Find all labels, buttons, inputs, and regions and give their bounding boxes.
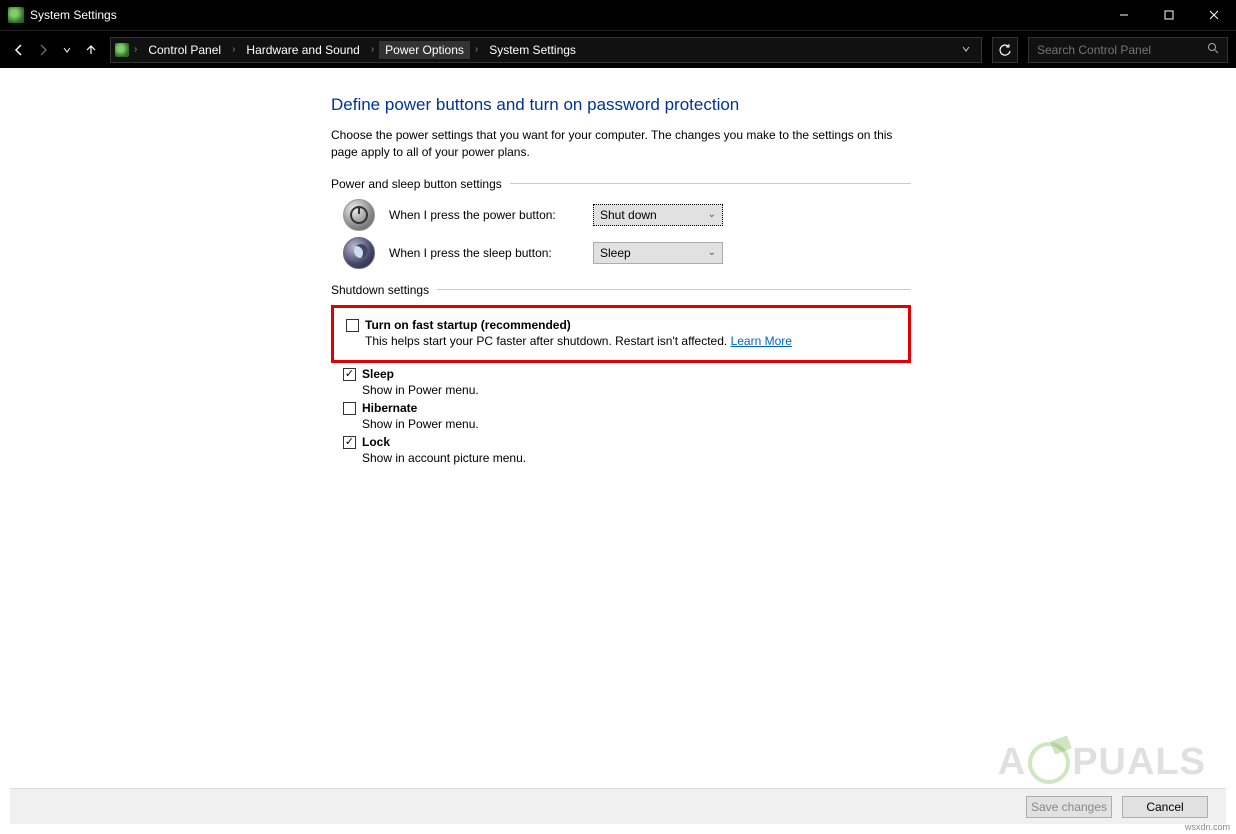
chevron-down-icon: ⌄ bbox=[708, 247, 716, 258]
chevron-down-icon: ⌄ bbox=[708, 209, 716, 220]
toolbar: › Control Panel › Hardware and Sound › P… bbox=[0, 30, 1236, 68]
titlebar: System Settings bbox=[0, 0, 1236, 30]
power-button-dropdown[interactable]: Shut down ⌄ bbox=[593, 204, 723, 226]
lock-checkbox[interactable] bbox=[343, 436, 356, 449]
lock-label: Lock bbox=[362, 435, 390, 449]
page-description: Choose the power settings that you want … bbox=[331, 127, 911, 161]
chevron-right-icon[interactable]: › bbox=[231, 44, 236, 55]
sleep-button-label: When I press the sleep button: bbox=[389, 246, 579, 260]
up-button[interactable] bbox=[80, 39, 102, 61]
sleep-label: Sleep bbox=[362, 367, 394, 381]
attribution: wsxdn.com bbox=[1185, 822, 1230, 832]
fast-startup-checkbox[interactable] bbox=[346, 319, 359, 332]
hibernate-checkbox[interactable] bbox=[343, 402, 356, 415]
sleep-icon bbox=[343, 237, 375, 269]
save-changes-button[interactable]: Save changes bbox=[1026, 796, 1112, 818]
watermark-logo-icon bbox=[1028, 742, 1070, 784]
power-sleep-section-header: Power and sleep button settings bbox=[331, 177, 911, 191]
content-area: Define power buttons and turn on passwor… bbox=[10, 68, 1226, 802]
cancel-button[interactable]: Cancel bbox=[1122, 796, 1208, 818]
refresh-button[interactable] bbox=[992, 37, 1018, 63]
address-bar[interactable]: › Control Panel › Hardware and Sound › P… bbox=[110, 37, 982, 63]
chevron-right-icon[interactable]: › bbox=[133, 44, 138, 55]
search-input[interactable] bbox=[1037, 43, 1207, 57]
shutdown-section-header: Shutdown settings bbox=[331, 283, 911, 297]
lock-description: Show in account picture menu. bbox=[362, 451, 911, 465]
location-icon bbox=[115, 43, 129, 57]
sleep-description: Show in Power menu. bbox=[362, 383, 911, 397]
sleep-button-dropdown[interactable]: Sleep ⌄ bbox=[593, 242, 723, 264]
power-icon bbox=[343, 199, 375, 231]
window-title: System Settings bbox=[30, 8, 117, 22]
search-box[interactable] bbox=[1028, 37, 1228, 63]
app-icon bbox=[8, 7, 24, 23]
fast-startup-description: This helps start your PC faster after sh… bbox=[365, 334, 896, 348]
chevron-right-icon[interactable]: › bbox=[370, 44, 375, 55]
back-button[interactable] bbox=[8, 39, 30, 61]
sleep-button-row: When I press the sleep button: Sleep ⌄ bbox=[343, 237, 911, 269]
power-button-label: When I press the power button: bbox=[389, 208, 579, 222]
sleep-checkbox[interactable] bbox=[343, 368, 356, 381]
fast-startup-highlight: Turn on fast startup (recommended) This … bbox=[331, 305, 911, 363]
breadcrumb-hardware-and-sound[interactable]: Hardware and Sound bbox=[240, 41, 365, 59]
breadcrumb-system-settings[interactable]: System Settings bbox=[483, 41, 582, 59]
page-title: Define power buttons and turn on passwor… bbox=[331, 95, 911, 115]
minimize-button[interactable] bbox=[1101, 0, 1146, 30]
maximize-button[interactable] bbox=[1146, 0, 1191, 30]
footer-bar: Save changes Cancel bbox=[10, 788, 1226, 824]
forward-button[interactable] bbox=[32, 39, 54, 61]
address-dropdown-button[interactable] bbox=[955, 43, 977, 57]
breadcrumb-control-panel[interactable]: Control Panel bbox=[142, 41, 227, 59]
hibernate-description: Show in Power menu. bbox=[362, 417, 911, 431]
learn-more-link[interactable]: Learn More bbox=[731, 334, 792, 348]
search-icon bbox=[1207, 42, 1219, 57]
fast-startup-label: Turn on fast startup (recommended) bbox=[365, 318, 571, 332]
close-button[interactable] bbox=[1191, 0, 1236, 30]
watermark: A PUALS bbox=[998, 741, 1206, 784]
power-button-row: When I press the power button: Shut down… bbox=[343, 199, 911, 231]
hibernate-label: Hibernate bbox=[362, 401, 417, 415]
recent-locations-button[interactable] bbox=[56, 39, 78, 61]
chevron-right-icon[interactable]: › bbox=[474, 44, 479, 55]
breadcrumb-power-options[interactable]: Power Options bbox=[379, 41, 470, 59]
